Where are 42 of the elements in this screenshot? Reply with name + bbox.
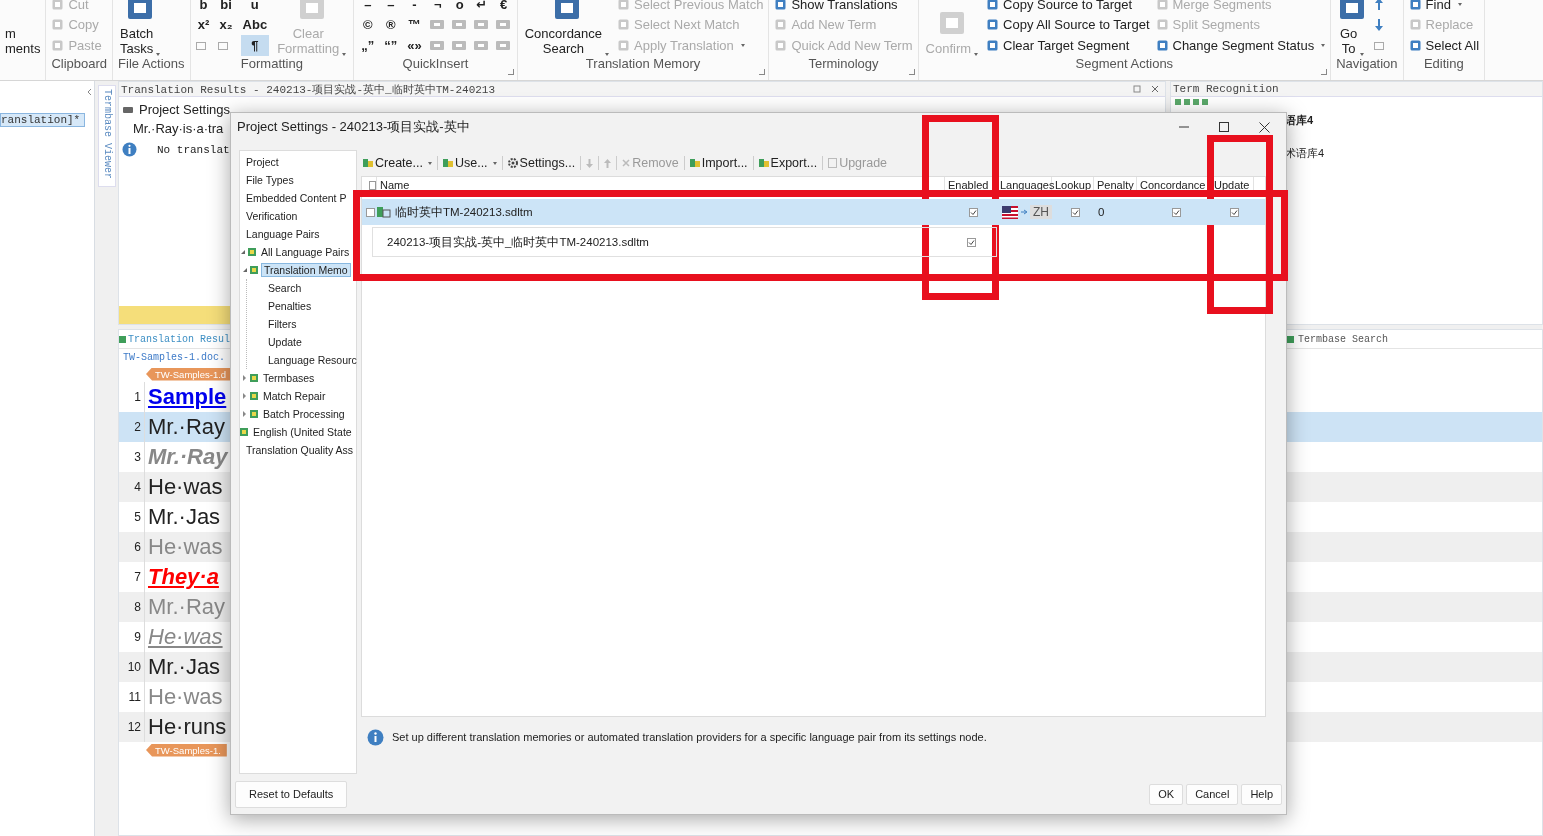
- group-label: QuickInsert: [402, 56, 469, 71]
- segment-text: Mr.·Ray: [147, 444, 228, 470]
- segment-number: 2: [119, 412, 145, 442]
- group-label: File Actions: [118, 56, 185, 71]
- group-label: Clipboard: [51, 56, 108, 71]
- segment-text: He·was: [147, 684, 223, 710]
- section-title: Project Settings: [139, 102, 231, 117]
- group-label: Editing: [1423, 56, 1464, 71]
- segment-text: He·was: [147, 534, 223, 560]
- ribbon-label: ments: [5, 41, 41, 56]
- group-label: Formatting: [240, 56, 303, 71]
- group-label: Segment Actions: [1075, 56, 1174, 71]
- group-label: Translation Memory: [585, 56, 701, 71]
- segment-text: Mr.·Jas: [147, 654, 221, 680]
- group-label: Terminology: [808, 56, 879, 71]
- segment-number: 10: [119, 652, 145, 682]
- segment-number: 12: [119, 712, 145, 742]
- panel-title: Translation Results - 240213-项目实战-英中_临时英中TM-240213: [121, 82, 496, 97]
- segment-text: Mr.·Ray: [147, 594, 225, 620]
- panel-title: Term Recognition: [1173, 83, 1279, 95]
- segment-text: He·runs: [147, 714, 227, 740]
- segment-text: Mr.·Ray: [147, 414, 225, 440]
- segment-number: 8: [119, 592, 145, 622]
- segment-text: Sample: [147, 384, 227, 410]
- segment-number: 6: [119, 532, 145, 562]
- ribbon-label: m: [5, 26, 17, 41]
- file-tag: TW-Samples-1.d: [146, 367, 233, 381]
- segment-text: They·a: [147, 564, 219, 590]
- dialog-title: Project Settings - 240213-项目实战-英中: [237, 118, 470, 136]
- penalty-cell-text: 0: [1097, 206, 1106, 218]
- segment-text: He·was: [147, 474, 223, 500]
- group-label: Navigation: [1336, 56, 1398, 71]
- segment-number: 4: [119, 472, 145, 502]
- file-tag: TW-Samples-1.: [146, 743, 227, 757]
- tm-name: 临时英中TM-240213.sdltm: [395, 204, 533, 220]
- language-code: ZH: [1030, 205, 1052, 219]
- info-text: Set up different translation memories or automated translation providers for a specific language pair from its settings node.: [392, 731, 987, 743]
- segment-text: Mr.·Jas: [147, 504, 221, 530]
- tm-name: 240213-项目实战-英中_临时英中TM-240213.sdltm: [387, 234, 649, 250]
- source-text: Mr.·Ray·is·a·tra: [133, 121, 224, 136]
- segment-text: He·was: [147, 624, 223, 650]
- message-text: No translat: [157, 143, 230, 156]
